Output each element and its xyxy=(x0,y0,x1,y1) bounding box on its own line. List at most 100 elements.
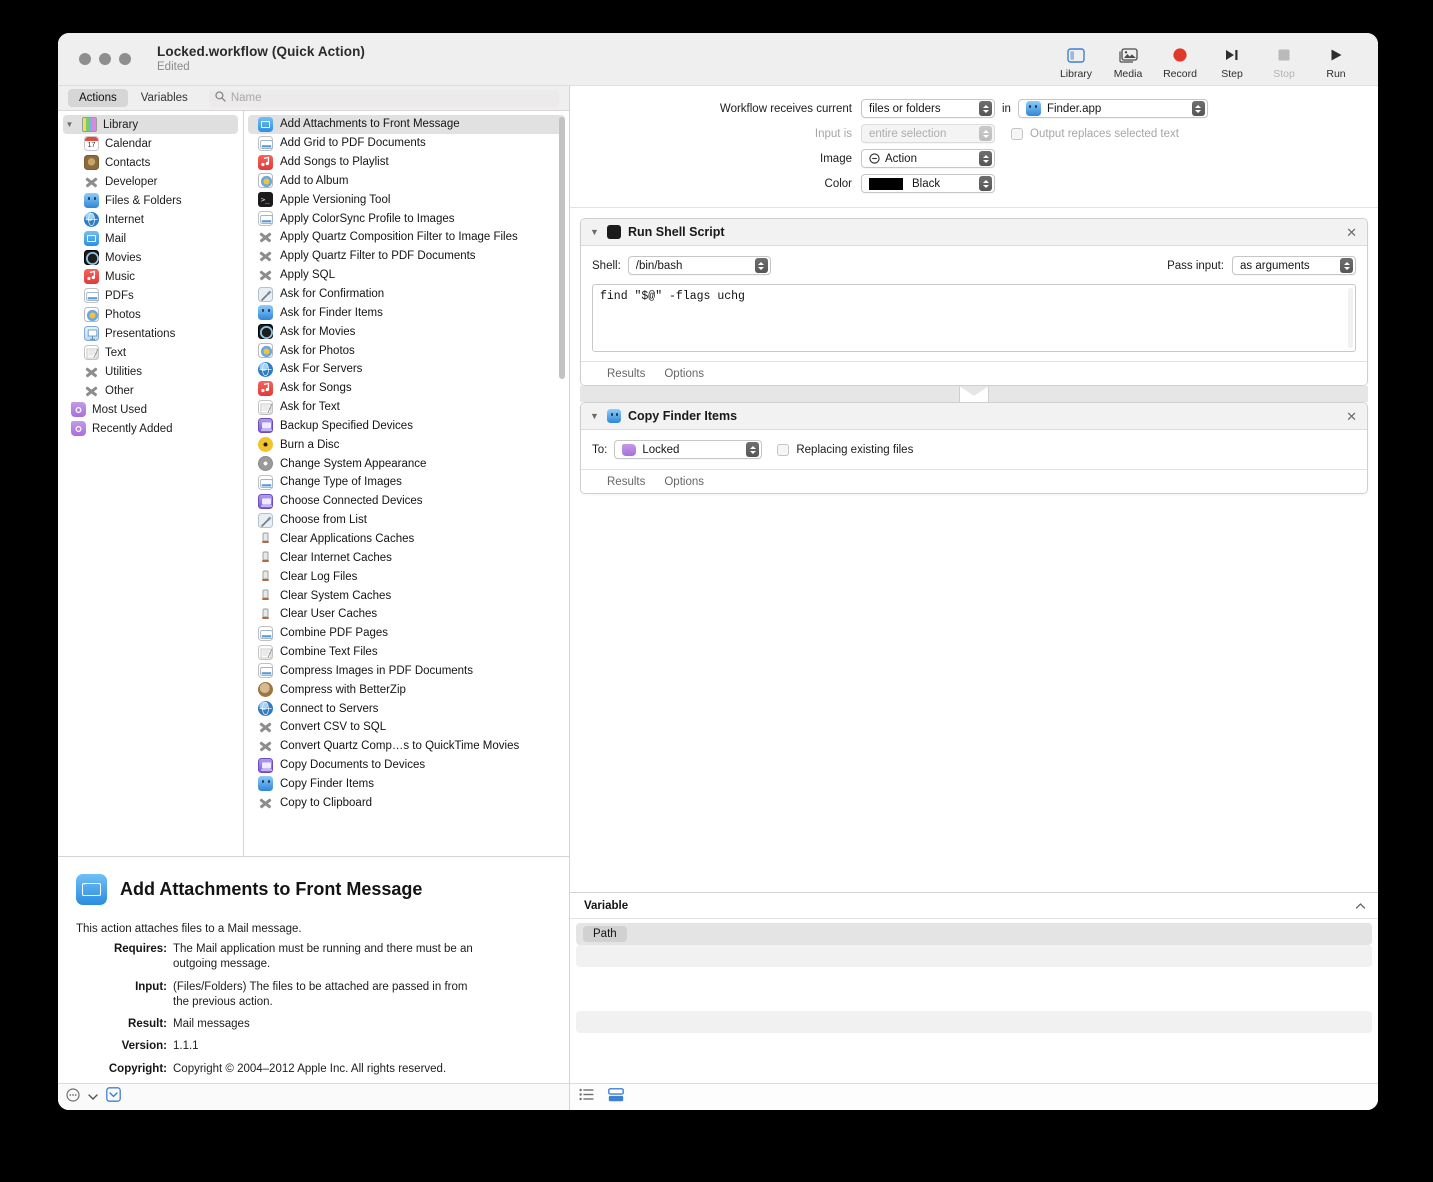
tree-item-presentations[interactable]: Presentations xyxy=(58,324,243,343)
tree-item-most-used[interactable]: Most Used xyxy=(58,400,243,419)
tree-item-developer[interactable]: Developer xyxy=(58,172,243,191)
script-scrollbar[interactable] xyxy=(1348,288,1353,348)
stepper-icon[interactable] xyxy=(979,101,992,116)
workflow-receives-select[interactable]: files or folders xyxy=(861,99,995,118)
chevron-down-icon[interactable]: ▼ xyxy=(590,227,600,237)
toolbar-library-button[interactable]: Library xyxy=(1050,41,1102,80)
toolbar-stop-button[interactable]: Stop xyxy=(1258,41,1310,80)
search-field[interactable]: Name xyxy=(208,89,559,107)
action-list-item[interactable]: Clear Applications Caches xyxy=(248,530,565,549)
tab-results[interactable]: Results xyxy=(607,368,645,380)
toolbar-step-button[interactable]: Step xyxy=(1206,41,1258,80)
tree-item-music[interactable]: Music xyxy=(58,267,243,286)
tree-item-calendar[interactable]: Calendar xyxy=(58,134,243,153)
tree-item-text[interactable]: Text xyxy=(58,343,243,362)
color-select[interactable]: Black xyxy=(861,174,995,193)
tab-options[interactable]: Options xyxy=(664,476,704,488)
action-list-item[interactable]: Clear System Caches xyxy=(248,586,565,605)
chevron-up-icon[interactable] xyxy=(1355,897,1366,915)
action-list-item[interactable]: Add Grid to PDF Documents xyxy=(248,134,565,153)
tree-item-files-folders[interactable]: Files & Folders xyxy=(58,191,243,210)
toolbar-media-button[interactable]: Media xyxy=(1102,41,1154,80)
toolbar-run-button[interactable]: Run xyxy=(1310,41,1362,80)
action-list-item[interactable]: Ask for Confirmation xyxy=(248,285,565,304)
action-list-item[interactable]: Change Type of Images xyxy=(248,473,565,492)
tab-variables[interactable]: Variables xyxy=(130,89,199,107)
destination-select[interactable]: Locked xyxy=(614,440,763,459)
action-list-item[interactable]: >_ Apple Versioning Tool xyxy=(248,190,565,209)
split-view-icon[interactable] xyxy=(608,1087,624,1107)
stepper-icon[interactable] xyxy=(746,442,760,457)
tab-results[interactable]: Results xyxy=(607,476,645,488)
chevron-down-icon[interactable] xyxy=(88,1088,98,1106)
stepper-icon[interactable] xyxy=(979,176,992,191)
tree-item-contacts[interactable]: Contacts xyxy=(58,153,243,172)
action-list-item[interactable]: Ask for Photos xyxy=(248,341,565,360)
tab-options[interactable]: Options xyxy=(664,368,704,380)
tree-item-other[interactable]: Other xyxy=(58,381,243,400)
action-list-item[interactable]: Apply Quartz Composition Filter to Image… xyxy=(248,228,565,247)
variable-chip[interactable]: Path xyxy=(583,926,627,942)
zoom-window-button[interactable] xyxy=(119,53,131,65)
chevron-down-icon[interactable]: ▼ xyxy=(590,411,600,421)
stepper-icon[interactable] xyxy=(979,151,992,166)
action-list-item[interactable]: Choose from List xyxy=(248,511,565,530)
tree-item-library[interactable]: ▼ Library xyxy=(63,115,238,134)
action-list-item[interactable]: Combine Text Files xyxy=(248,643,565,662)
stepper-icon[interactable] xyxy=(1340,258,1353,273)
action-list-item[interactable]: Ask for Songs xyxy=(248,379,565,398)
image-select[interactable]: Action xyxy=(861,149,995,168)
action-list-item[interactable]: Burn a Disc xyxy=(248,435,565,454)
input-is-select[interactable]: entire selection xyxy=(861,124,995,143)
variable-row[interactable]: Path xyxy=(576,923,1372,945)
tab-actions[interactable]: Actions xyxy=(68,89,128,107)
tree-item-movies[interactable]: Movies xyxy=(58,248,243,267)
stepper-icon[interactable] xyxy=(1191,101,1205,116)
list-view-icon[interactable] xyxy=(579,1088,594,1106)
action-list-item[interactable]: Add to Album xyxy=(248,172,565,191)
action-list-item[interactable]: Compress Images in PDF Documents xyxy=(248,661,565,680)
action-list-item[interactable]: Combine PDF Pages xyxy=(248,624,565,643)
options-menu-icon[interactable] xyxy=(66,1087,80,1107)
close-window-button[interactable] xyxy=(79,53,91,65)
tree-item-utilities[interactable]: Utilities xyxy=(58,362,243,381)
description-toggle-icon[interactable] xyxy=(106,1087,121,1107)
shell-script-editor[interactable]: find "$@" -flags uchg xyxy=(592,284,1356,352)
pass-input-select[interactable]: as arguments xyxy=(1232,256,1356,275)
action-list-item[interactable]: Ask For Servers xyxy=(248,360,565,379)
variable-row[interactable] xyxy=(576,989,1372,1011)
replacing-existing-checkbox[interactable]: Replacing existing files xyxy=(777,443,913,456)
action-list-item[interactable]: Apply ColorSync Profile to Images xyxy=(248,209,565,228)
window-controls[interactable] xyxy=(79,53,131,65)
variable-row[interactable] xyxy=(576,1011,1372,1033)
action-list-item[interactable]: Copy Documents to Devices xyxy=(248,756,565,775)
toolbar-record-button[interactable]: Record xyxy=(1154,41,1206,80)
action-list-item[interactable]: Choose Connected Devices xyxy=(248,492,565,511)
action-list-item[interactable]: Convert CSV to SQL xyxy=(248,718,565,737)
action-list-item[interactable]: Ask for Movies xyxy=(248,322,565,341)
actions-list[interactable]: Add Attachments to Front Message Add Grid… xyxy=(244,111,569,856)
tree-item-pdfs[interactable]: PDFs xyxy=(58,286,243,305)
tree-item-internet[interactable]: Internet xyxy=(58,210,243,229)
action-list-item[interactable]: Copy Finder Items xyxy=(248,775,565,794)
action-list-item[interactable]: Add Songs to Playlist xyxy=(248,153,565,172)
minimize-window-button[interactable] xyxy=(99,53,111,65)
action-list-item[interactable]: Compress with BetterZip xyxy=(248,680,565,699)
target-app-select[interactable]: Finder.app xyxy=(1017,99,1208,118)
library-tree[interactable]: ▼ Library Calendar Contacts Developer Files… xyxy=(58,111,244,856)
tree-item-mail[interactable]: Mail xyxy=(58,229,243,248)
action-list-item[interactable]: Add Attachments to Front Message xyxy=(248,115,565,134)
variable-row[interactable] xyxy=(576,1055,1372,1077)
tree-item-photos[interactable]: Photos xyxy=(58,305,243,324)
stepper-icon[interactable] xyxy=(979,126,992,141)
action-list-item[interactable]: Clear User Caches xyxy=(248,605,565,624)
chevron-down-icon[interactable]: ▼ xyxy=(63,120,76,129)
action-list-item[interactable]: Apply SQL xyxy=(248,266,565,285)
action-list-item[interactable]: Apply Quartz Filter to PDF Documents xyxy=(248,247,565,266)
action-list-item[interactable]: Change System Appearance xyxy=(248,454,565,473)
close-icon[interactable]: ✕ xyxy=(1346,226,1357,239)
variable-row[interactable] xyxy=(576,945,1372,967)
action-list-item[interactable]: Backup Specified Devices xyxy=(248,417,565,436)
shell-select[interactable]: /bin/bash xyxy=(627,256,771,275)
action-list-item[interactable]: Clear Internet Caches xyxy=(248,548,565,567)
